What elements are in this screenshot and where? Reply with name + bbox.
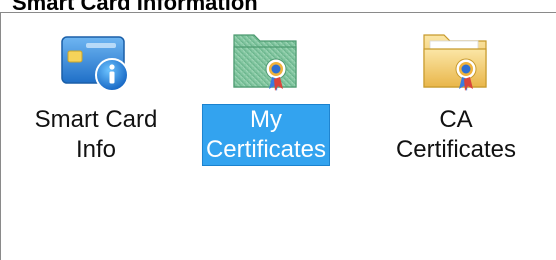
- smart-card-info-item[interactable]: Smart Card Info: [21, 13, 171, 193]
- label-line: CA: [439, 106, 473, 133]
- label-line: Certificates: [395, 136, 517, 163]
- label-line: Certificates: [205, 136, 327, 163]
- smart-card-info-label: Smart Card Info: [32, 105, 161, 165]
- smart-card-page: Smart Card Information Smart Card Info M…: [0, 0, 556, 260]
- green-certificate-folder-icon: [226, 21, 306, 101]
- smart-card-info-icon: [56, 21, 136, 101]
- items-panel: Smart Card Info My Certificates CA Certi…: [0, 12, 556, 260]
- my-certificates-item[interactable]: My Certificates: [191, 13, 341, 193]
- ca-certificates-item[interactable]: CA Certificates: [381, 13, 531, 193]
- label-line: Info: [75, 136, 117, 163]
- yellow-certificate-folder-icon: [416, 21, 496, 101]
- my-certificates-label: My Certificates: [201, 104, 331, 166]
- ca-certificates-label: CA Certificates: [393, 105, 519, 165]
- label-line: Smart Card: [34, 106, 158, 133]
- label-line: My: [249, 106, 282, 133]
